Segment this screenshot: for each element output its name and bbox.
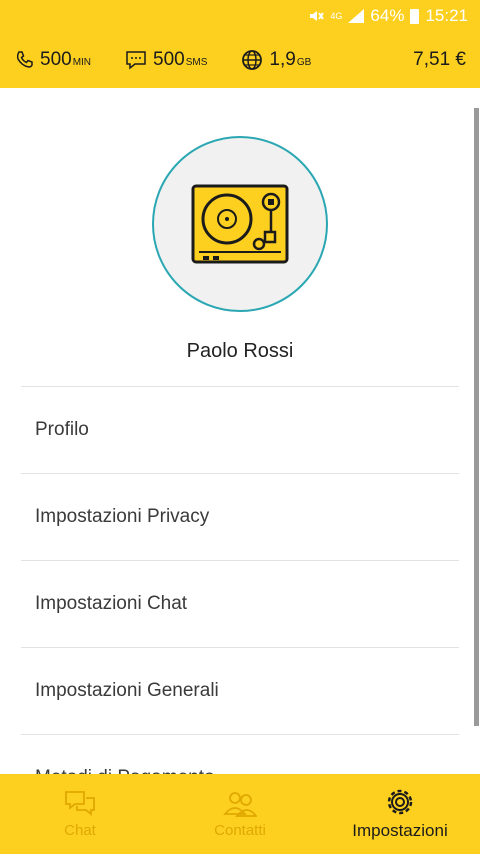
balance: 7,51 € xyxy=(413,49,466,70)
gear-icon xyxy=(387,789,413,815)
signal-icon xyxy=(348,9,365,23)
user-name: Paolo Rossi xyxy=(186,340,294,362)
clock: 15:21 xyxy=(425,6,468,25)
minutes-unit: MIN xyxy=(72,57,92,68)
data-value: 1,9 xyxy=(269,49,296,70)
tab-chat-label: Chat xyxy=(64,821,96,839)
status-bar: 4G 64% 15:21 xyxy=(0,0,480,32)
tab-contacts[interactable]: Contatti xyxy=(160,774,320,854)
bottom-navigation: Chat Contatti Impostazioni xyxy=(0,774,480,854)
settings-menu: Profilo Impostazioni Privacy Impostazion… xyxy=(21,386,459,774)
battery-percent: 64% xyxy=(370,6,405,25)
globe-icon xyxy=(242,50,263,70)
menu-item-privacy-settings[interactable]: Impostazioni Privacy xyxy=(21,473,459,560)
sms-credit: 500 SMS xyxy=(125,49,207,71)
tab-chat[interactable]: Chat xyxy=(0,774,160,854)
tab-settings-label: Impostazioni xyxy=(352,821,448,840)
tab-contacts-label: Contatti xyxy=(214,821,266,839)
menu-item-payment-methods[interactable]: Metodi di Pagamento xyxy=(21,734,459,774)
data-credit: 1,9 GB xyxy=(241,49,311,71)
network-type: 4G xyxy=(330,10,343,21)
tab-settings[interactable]: Impostazioni xyxy=(320,774,480,854)
phone-icon xyxy=(16,51,33,68)
minutes-credit: 500 MIN xyxy=(14,49,91,71)
chat-icon xyxy=(65,790,95,816)
minutes-value: 500 xyxy=(40,49,72,70)
sms-value: 500 xyxy=(153,49,185,70)
menu-item-chat-settings[interactable]: Impostazioni Chat xyxy=(21,560,459,647)
sms-unit: SMS xyxy=(185,57,208,68)
battery-icon xyxy=(410,8,420,24)
contacts-icon xyxy=(223,791,257,817)
menu-item-general-settings[interactable]: Impostazioni Generali xyxy=(21,647,459,734)
mute-icon xyxy=(310,11,325,21)
data-unit: GB xyxy=(296,57,312,68)
credit-bar: 500 MIN 500 SMS 1,9 GB 7,51 € xyxy=(0,32,480,88)
sms-icon xyxy=(126,51,146,70)
settings-content: Paolo Rossi Profilo Impostazioni Privacy… xyxy=(0,88,480,774)
turntable-icon xyxy=(191,184,289,264)
scrollbar[interactable] xyxy=(474,108,479,726)
avatar[interactable] xyxy=(152,136,328,312)
menu-item-profile[interactable]: Profilo xyxy=(21,386,459,473)
